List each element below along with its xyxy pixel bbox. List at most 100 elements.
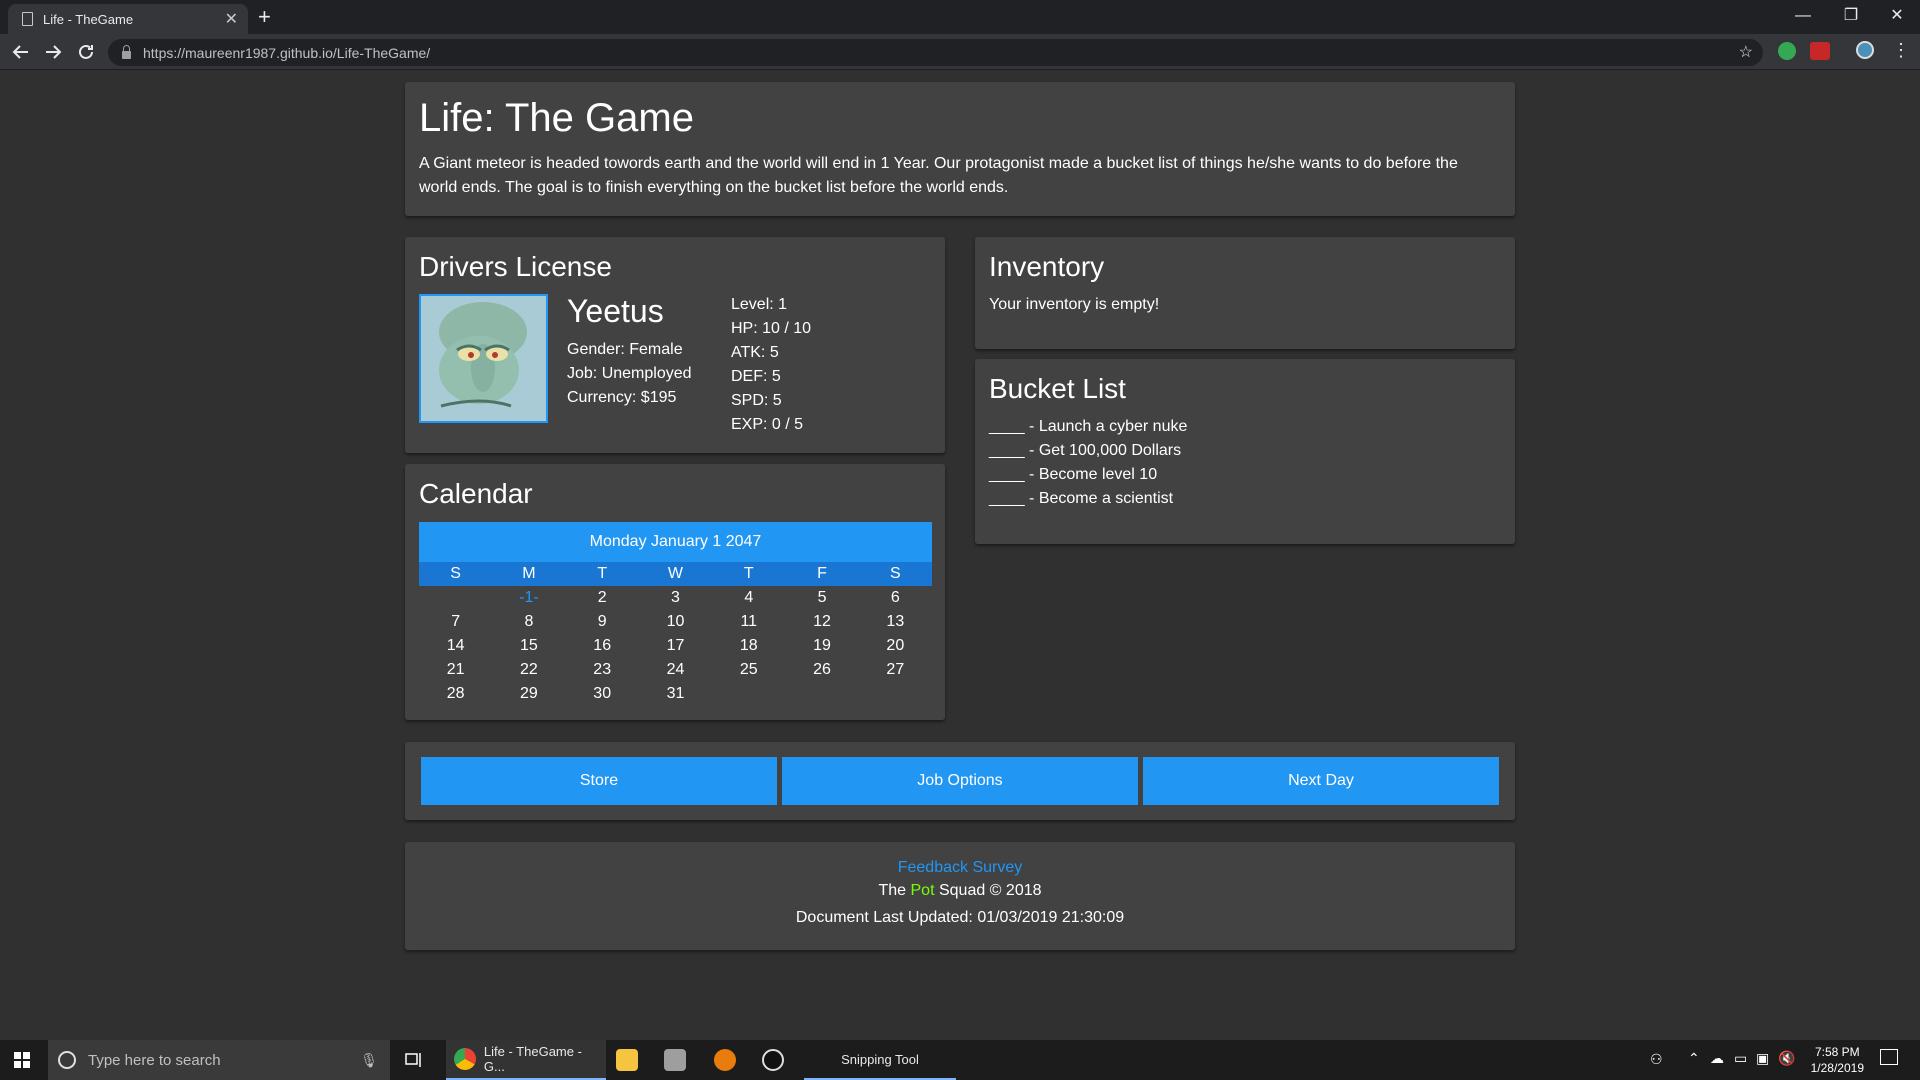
volume-muted-icon[interactable]: 🔇 [1778, 1050, 1795, 1067]
calendar-day: 8 [524, 613, 534, 630]
windows-start-icon[interactable] [14, 1052, 30, 1068]
calendar-day [419, 586, 492, 610]
taskbar-chrome-app[interactable]: Life - TheGame - G... [446, 1040, 606, 1080]
title-card: Life: The Game A Giant meteor is headed … [405, 82, 1515, 216]
bucket-list-heading: Bucket List [989, 373, 1126, 404]
calendar-day: 22 [520, 661, 538, 678]
credit-pot: Pot [910, 882, 935, 899]
calendar-day: 4 [744, 589, 754, 606]
taskbar-search[interactable]: Type here to search 🎙 [48, 1040, 390, 1080]
calendar-week: 14 15 16 17 18 19 20 [419, 634, 932, 658]
weekday-label: M [522, 565, 536, 582]
blender-icon[interactable] [714, 1049, 736, 1071]
back-arrow-icon[interactable] [10, 41, 32, 63]
gender-text: Gender: Female [567, 341, 683, 358]
calendar-day: 28 [446, 685, 465, 702]
weekday-label: F [817, 565, 827, 582]
footer-card: Feedback Survey The Pot Squad © 2018 Doc… [405, 842, 1515, 950]
profile-avatar[interactable] [1856, 41, 1874, 59]
browser-tab-strip: Life - TheGame ✕ + — ❐ ✕ [0, 0, 1920, 34]
calendar-day [859, 682, 932, 706]
calendar-day: 3 [671, 589, 680, 606]
clock-time: 7:58 PM [1814, 1045, 1860, 1059]
battery-icon[interactable]: ▭ [1734, 1050, 1747, 1067]
bucket-list: ____ - Launch a cyber nuke ____ - Get 10… [989, 415, 1187, 511]
calendar-day: 17 [666, 637, 685, 654]
bucket-list-item: ____ - Get 100,000 Dollars [989, 442, 1182, 459]
menu-kebab-icon[interactable]: ⋮ [1892, 40, 1910, 61]
stat-exp: EXP: 0 / 5 [731, 416, 804, 433]
calendar-week: 21 22 23 24 25 26 27 [419, 658, 932, 682]
adblock-icon[interactable] [1810, 42, 1830, 60]
calendar-day: 31 [666, 685, 685, 702]
people-icon[interactable]: ⚇ [1650, 1051, 1663, 1068]
new-tab-button[interactable]: + [258, 4, 271, 30]
character-avatar [419, 294, 548, 423]
next-day-button[interactable]: Next Day [1143, 757, 1499, 805]
file-explorer-icon[interactable] [616, 1049, 638, 1071]
credit-line: The Pot Squad © 2018 [405, 880, 1515, 902]
forward-arrow-icon[interactable] [42, 41, 64, 63]
stat-def: DEF: 5 [731, 368, 781, 385]
calendar-date-label: Monday January 1 2047 [419, 522, 932, 562]
media-app-icon[interactable] [664, 1049, 686, 1071]
calendar-day: 13 [886, 613, 905, 630]
calendar-day: 2 [597, 589, 607, 606]
extension-icon[interactable] [1778, 42, 1796, 60]
clock-date: 1/28/2019 [1810, 1061, 1864, 1075]
calendar-day: 29 [520, 685, 538, 702]
calendar-week: 7 8 9 10 11 12 13 [419, 610, 932, 634]
chevron-up-icon[interactable]: ⌃ [1688, 1050, 1700, 1067]
unreal-engine-icon[interactable] [762, 1049, 784, 1071]
lock-icon [122, 44, 131, 59]
inventory-card: Inventory Your inventory is empty! [975, 237, 1515, 349]
drivers-license-card: Drivers License Yeetus Gender: Female Jo… [405, 237, 945, 453]
inventory-empty-text: Your inventory is empty! [989, 296, 1160, 313]
chrome-icon [454, 1048, 476, 1070]
last-updated-text: Document Last Updated: 01/03/2019 21:30:… [795, 909, 1125, 926]
job-text: Job: Unemployed [567, 365, 692, 382]
restore-button[interactable]: ❐ [1828, 2, 1874, 30]
taskbar-snipping-tool[interactable]: Snipping Tool [804, 1040, 956, 1080]
snipping-tool-label: Snipping Tool [841, 1051, 919, 1067]
notifications-icon[interactable] [1880, 1049, 1898, 1065]
job-options-button[interactable]: Job Options [782, 757, 1138, 805]
feedback-survey-text[interactable]: Feedback Survey [898, 859, 1023, 876]
calendar-weekday-row: S M T W T F S [419, 562, 932, 586]
bucket-list-card: Bucket List ____ - Launch a cyber nuke _… [975, 359, 1515, 544]
calendar-day: 25 [739, 661, 758, 678]
minimize-button[interactable]: — [1780, 2, 1826, 30]
browser-tab[interactable]: Life - TheGame ✕ [8, 4, 248, 34]
store-button[interactable]: Store [421, 757, 777, 805]
address-bar[interactable]: https://maureenr1987.github.io/Life-TheG… [108, 39, 1763, 66]
calendar-day: 20 [886, 637, 905, 654]
calendar-heading: Calendar [419, 478, 533, 509]
game-description: A Giant meteor is headed towords earth a… [419, 155, 1458, 196]
cortana-icon [58, 1051, 76, 1069]
character-name: Yeetus [567, 293, 664, 329]
tab-close-icon[interactable]: ✕ [225, 9, 238, 29]
star-icon[interactable]: ☆ [1739, 42, 1753, 62]
close-window-button[interactable]: ✕ [1874, 2, 1920, 30]
page-title: Life: The Game [419, 96, 694, 140]
calendar-day: 16 [593, 637, 612, 654]
onedrive-icon[interactable]: ☁ [1710, 1050, 1724, 1067]
inventory-heading: Inventory [989, 251, 1105, 282]
network-icon[interactable]: ▣ [1756, 1050, 1769, 1067]
calendar-day: 26 [813, 661, 831, 678]
search-placeholder: Type here to search [88, 1051, 221, 1069]
system-clock[interactable]: 7:58 PM 1/28/2019 [1811, 1044, 1864, 1076]
task-view-icon[interactable] [405, 1052, 423, 1068]
calendar-week: 28 29 30 31 [419, 682, 932, 706]
calendar-day: 30 [593, 685, 612, 702]
microphone-icon[interactable]: 🎙 [360, 1052, 378, 1069]
feedback-survey-link[interactable]: Feedback Survey [405, 858, 1515, 878]
calendar-day: 15 [520, 637, 538, 654]
weekday-label: S [889, 565, 901, 582]
stat-atk: ATK: 5 [731, 344, 779, 361]
calendar-day [785, 682, 858, 706]
weekday-label: S [450, 565, 461, 582]
reload-icon[interactable] [75, 41, 97, 63]
stats-list: Level: 1 HP: 10 / 10 ATK: 5 DEF: 5 SPD: … [731, 293, 811, 437]
calendar-day: 27 [886, 661, 905, 678]
